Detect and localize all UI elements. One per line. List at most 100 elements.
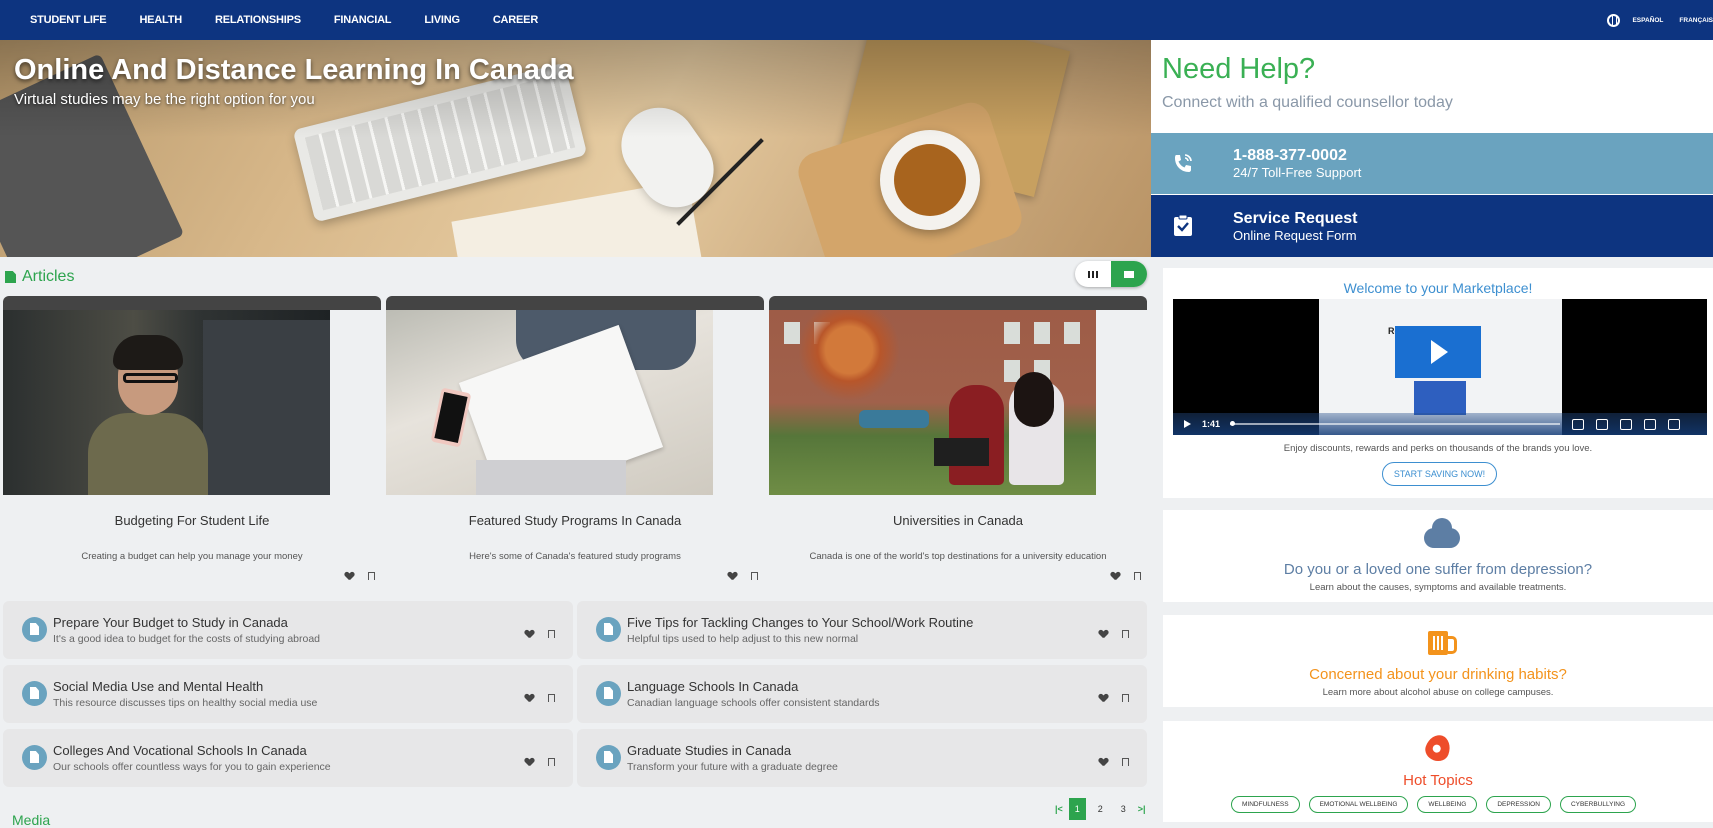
heart-icon[interactable] <box>728 572 737 580</box>
bookmark-icon[interactable] <box>1134 572 1141 580</box>
page-button-1[interactable]: 1 <box>1068 798 1086 820</box>
list-item-desc: It's a good idea to budget for the costs… <box>53 633 321 645</box>
card-title[interactable]: Featured Study Programs In Canada <box>386 513 764 528</box>
list-item-desc: Canadian language schools offer consiste… <box>627 697 880 709</box>
bookmark-icon[interactable] <box>548 630 555 638</box>
start-saving-button[interactable]: START SAVING NOW! <box>1382 462 1497 486</box>
topic-chip-emotional-wellbeing[interactable]: EMOTIONAL WELLBEING <box>1308 796 1409 813</box>
list-item-desc: Transform your future with a graduate de… <box>627 761 838 773</box>
pagination: |< 1 2 3 >| <box>1055 798 1146 820</box>
list-item-desc: Helpful tips used to help adjust to this… <box>627 633 859 645</box>
topic-chip-depression[interactable]: DEPRESSION <box>1486 796 1551 813</box>
heart-icon[interactable] <box>1099 630 1108 638</box>
first-page-button[interactable]: |< <box>1055 804 1063 814</box>
phone-support-text: 1-888-377-0002 24/7 Toll-Free Support <box>1233 147 1361 180</box>
page-button-2[interactable]: 2 <box>1092 798 1109 820</box>
share-icon[interactable] <box>1644 418 1657 430</box>
photo-laptop <box>934 438 989 466</box>
bookmark-icon[interactable] <box>548 758 555 766</box>
card-title[interactable]: Universities in Canada <box>769 513 1147 528</box>
card-image[interactable] <box>386 310 713 495</box>
page-button-3[interactable]: 3 <box>1115 798 1132 820</box>
lang-espanol[interactable]: ESPAÑOL <box>1632 17 1663 24</box>
document-icon <box>596 745 621 770</box>
hot-topics-panel: Hot Topics MINDFULNESS EMOTIONAL WELLBEI… <box>1163 721 1713 822</box>
list-item-title: Prepare Your Budget to Study in Canada <box>53 615 288 630</box>
list-item[interactable]: Five Tips for Tackling Changes to Your S… <box>577 601 1147 659</box>
depression-panel[interactable]: Do you or a loved one suffer from depres… <box>1163 510 1713 602</box>
list-item-actions <box>525 694 555 702</box>
article-card[interactable]: Featured Study Programs In Canada Here's… <box>386 296 764 590</box>
list-item[interactable]: Social Media Use and Mental Health This … <box>3 665 573 723</box>
list-item[interactable]: Language Schools In Canada Canadian lang… <box>577 665 1147 723</box>
bookmark-icon[interactable] <box>368 572 375 580</box>
nav-item-career[interactable]: CAREER <box>493 14 538 26</box>
captions-icon[interactable] <box>1572 418 1585 430</box>
card-top-bar <box>386 296 764 310</box>
service-request-label: Online Request Form <box>1233 227 1357 243</box>
photo-monitor <box>203 320 330 495</box>
phone-number[interactable]: 1-888-377-0002 <box>1233 147 1361 165</box>
list-item[interactable]: Prepare Your Budget to Study in Canada I… <box>3 601 573 659</box>
heart-icon[interactable] <box>525 758 534 766</box>
heart-icon[interactable] <box>1099 758 1108 766</box>
depression-title[interactable]: Do you or a loved one suffer from depres… <box>1163 561 1713 578</box>
last-page-button[interactable]: >| <box>1138 804 1146 814</box>
nav-item-health[interactable]: HEALTH <box>139 14 182 26</box>
heart-icon[interactable] <box>345 572 354 580</box>
columns-icon <box>1088 270 1098 278</box>
service-request-row[interactable]: Service Request Online Request Form <box>1151 195 1713 257</box>
bookmark-icon[interactable] <box>1122 758 1129 766</box>
article-card[interactable]: Budgeting For Student Life Creating a bu… <box>3 296 381 590</box>
video-controls: 1:41 <box>1173 413 1707 435</box>
list-item[interactable]: Graduate Studies in Canada Transform you… <box>577 729 1147 787</box>
settings-icon[interactable] <box>1620 418 1633 430</box>
list-item-title: Colleges And Vocational Schools In Canad… <box>53 743 307 758</box>
phone-icon <box>1171 152 1195 176</box>
bookmark-icon[interactable] <box>1122 630 1129 638</box>
heart-icon[interactable] <box>525 694 534 702</box>
bookmark-icon[interactable] <box>1122 694 1129 702</box>
card-image[interactable] <box>769 310 1096 495</box>
list-item-actions <box>525 630 555 638</box>
topic-chip-wellbeing[interactable]: WELLBEING <box>1417 796 1478 813</box>
nav-item-financial[interactable]: FINANCIAL <box>334 14 392 26</box>
photo-window <box>1064 322 1080 344</box>
hero-banner[interactable]: Online And Distance Learning In Canada V… <box>0 40 1151 257</box>
clipboard-check-icon <box>1171 214 1195 238</box>
lang-francais[interactable]: FRANÇAIS <box>1679 17 1713 24</box>
list-item-title: Five Tips for Tackling Changes to Your S… <box>627 615 974 630</box>
articles-heading-label: Articles <box>22 268 75 285</box>
drinking-title[interactable]: Concerned about your drinking habits? <box>1163 666 1713 683</box>
play-icon[interactable] <box>1184 420 1191 428</box>
phone-label: 24/7 Toll-Free Support <box>1233 165 1362 180</box>
heart-icon[interactable] <box>1111 572 1120 580</box>
topic-chip-mindfulness[interactable]: MINDFULNESS <box>1231 796 1300 813</box>
list-item-actions <box>1099 630 1129 638</box>
article-card[interactable]: Universities in Canada Canada is one of … <box>769 296 1147 590</box>
nav-item-relationships[interactable]: RELATIONSHIPS <box>215 14 301 26</box>
nav-item-student-life[interactable]: STUDENT LIFE <box>30 14 107 26</box>
video-player[interactable]: Re...y. 1:41 <box>1173 299 1707 435</box>
volume-icon[interactable] <box>1596 418 1609 430</box>
bookmark-icon[interactable] <box>751 572 758 580</box>
heart-icon[interactable] <box>525 630 534 638</box>
play-button[interactable] <box>1395 326 1481 378</box>
list-item-actions <box>525 758 555 766</box>
bookmark-icon[interactable] <box>548 694 555 702</box>
card-description: Here's some of Canada's featured study p… <box>469 551 681 562</box>
globe-icon[interactable] <box>1607 13 1621 27</box>
nav-item-living[interactable]: LIVING <box>424 14 460 26</box>
card-image[interactable] <box>3 310 330 495</box>
view-columns-button[interactable] <box>1075 261 1111 287</box>
phone-support-row[interactable]: 1-888-377-0002 24/7 Toll-Free Support <box>1151 133 1713 194</box>
heart-icon[interactable] <box>1099 694 1108 702</box>
topic-chip-cyberbullying[interactable]: CYBERBULLYING <box>1559 796 1637 813</box>
video-progress[interactable] <box>1230 421 1561 426</box>
drinking-panel[interactable]: Concerned about your drinking habits? Le… <box>1163 615 1713 707</box>
fullscreen-icon[interactable] <box>1668 418 1681 430</box>
list-item[interactable]: Colleges And Vocational Schools In Canad… <box>3 729 573 787</box>
card-title[interactable]: Budgeting For Student Life <box>3 513 381 528</box>
help-subtitle: Connect with a qualified counsellor toda… <box>1162 94 1453 111</box>
view-cards-button[interactable] <box>1111 261 1147 287</box>
